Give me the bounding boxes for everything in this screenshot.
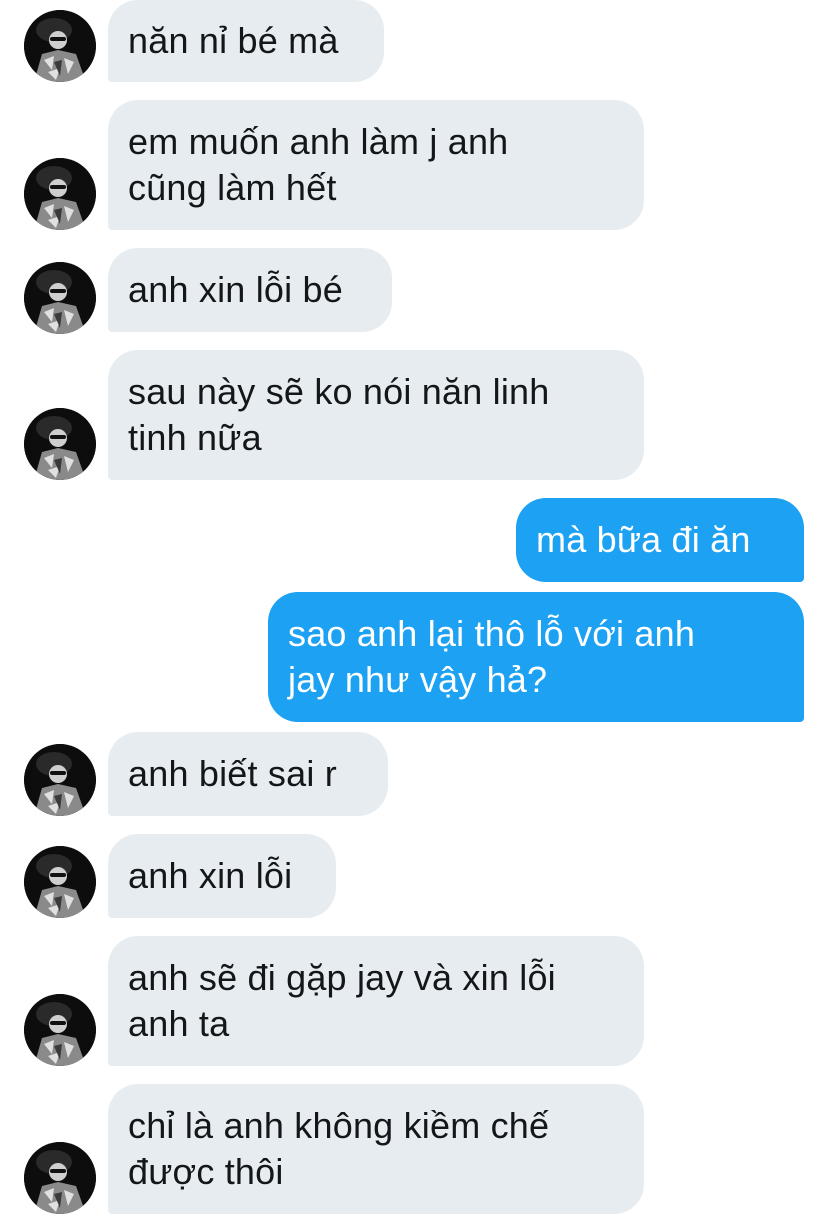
message-thread: năn nỉ bé mà em muốn anh làm j anh cũng … (0, 0, 828, 1214)
message-bubble[interactable]: anh xin lỗi bé (108, 248, 392, 332)
message-bubble[interactable]: em muốn anh làm j anh cũng làm hết (108, 100, 644, 230)
message-bubble[interactable]: sau này sẽ ko nói năn linh tinh nữa (108, 350, 644, 480)
contact-avatar[interactable] (24, 846, 96, 918)
contact-avatar[interactable] (24, 10, 96, 82)
message-bubble[interactable]: anh biết sai r (108, 732, 388, 816)
message-bubble[interactable]: sao anh lại thô lỗ với anh jay như vậy h… (268, 592, 804, 722)
contact-avatar[interactable] (24, 408, 96, 480)
message-bubble[interactable]: anh xin lỗi (108, 834, 336, 918)
contact-avatar[interactable] (24, 744, 96, 816)
message-bubble[interactable]: chỉ là anh không kiềm chế được thôi (108, 1084, 644, 1214)
message-bubble[interactable]: mà bữa đi ăn (516, 498, 804, 582)
message-bubble[interactable]: anh sẽ đi gặp jay và xin lỗi anh ta (108, 936, 644, 1066)
message-bubble[interactable]: năn nỉ bé mà (108, 0, 384, 82)
contact-avatar[interactable] (24, 994, 96, 1066)
contact-avatar[interactable] (24, 262, 96, 334)
contact-avatar[interactable] (24, 158, 96, 230)
contact-avatar[interactable] (24, 1142, 96, 1214)
